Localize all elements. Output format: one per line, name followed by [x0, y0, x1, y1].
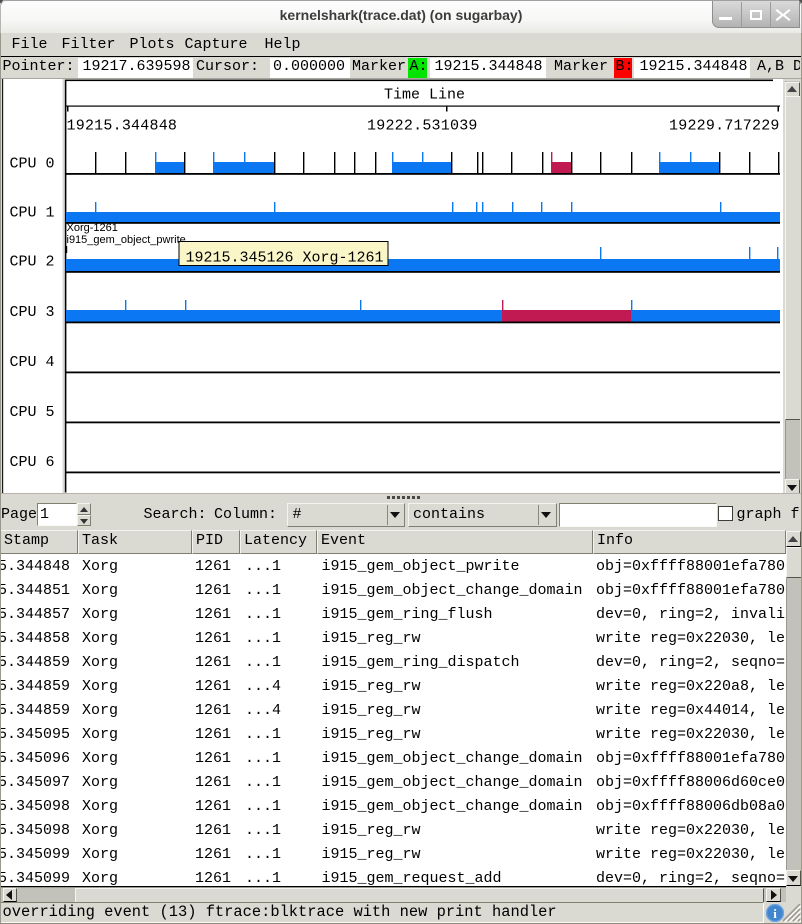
- svg-text:CPU 2: CPU 2: [10, 254, 55, 271]
- svg-text:19229.717229: 19229.717229: [669, 118, 780, 135]
- svg-text:i: i: [773, 906, 777, 921]
- svg-text:CPU 5: CPU 5: [10, 404, 55, 421]
- svg-text:19222.531039: 19222.531039: [367, 118, 478, 135]
- svg-text:19215.344848: 19215.344848: [67, 118, 178, 135]
- svg-text:i915_gem_object_pwrite: i915_gem_object_pwrite: [67, 234, 186, 246]
- svg-text:Time Line: Time Line: [384, 86, 465, 103]
- svg-text:Xorg-1261: Xorg-1261: [67, 222, 118, 234]
- svg-text:19215.345126 Xorg-1261: 19215.345126 Xorg-1261: [186, 250, 384, 267]
- svg-text:CPU 6: CPU 6: [10, 454, 55, 471]
- svg-text:CPU 0: CPU 0: [10, 156, 55, 173]
- svg-text:CPU 3: CPU 3: [10, 304, 55, 321]
- svg-text:CPU 1: CPU 1: [10, 205, 55, 222]
- svg-text:CPU 4: CPU 4: [10, 354, 55, 371]
